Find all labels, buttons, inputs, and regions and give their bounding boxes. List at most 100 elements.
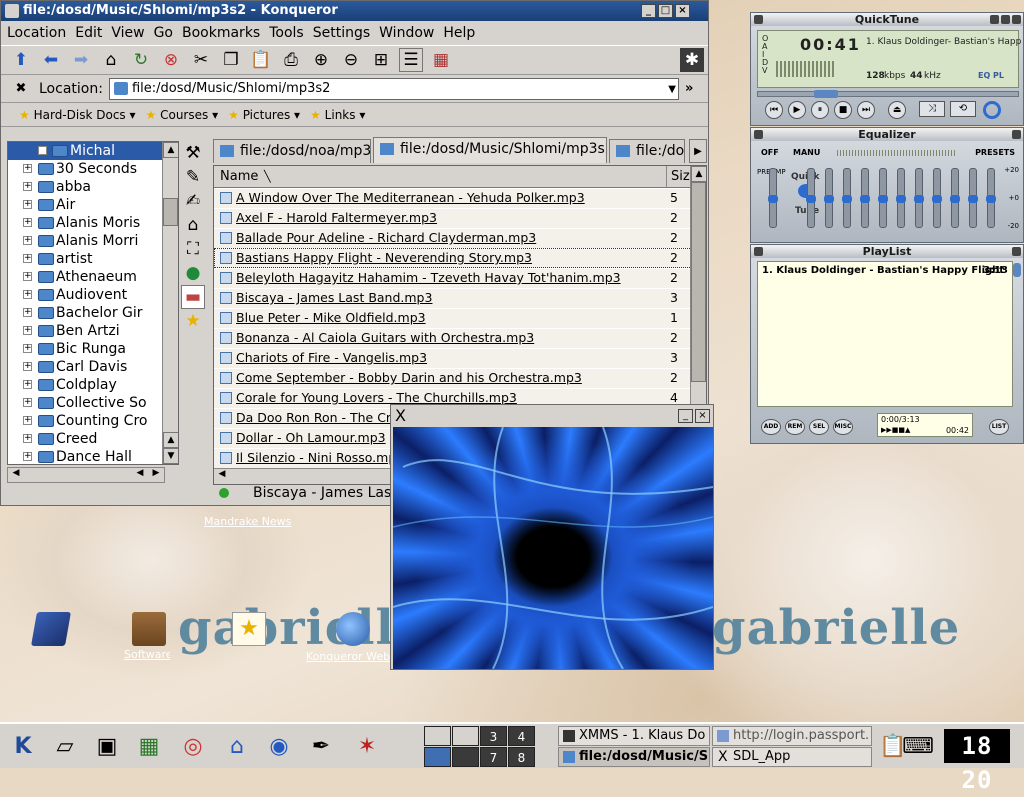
eq-slider-knob[interactable]: [932, 195, 942, 203]
bookmark-links[interactable]: ★ Links ▾: [310, 108, 365, 122]
bookmark-hard-disk-docs[interactable]: ★ Hard-Disk Docs ▾: [19, 108, 136, 122]
tree-root-michal[interactable]: − Michal: [8, 142, 178, 160]
scroll-up-arrow[interactable]: ▲: [691, 166, 706, 182]
eq-slider-knob[interactable]: [968, 195, 978, 203]
mozilla-icon[interactable]: ✶: [350, 729, 384, 763]
file-row[interactable]: A Window Over The Mediterranean - Yehuda…: [214, 188, 706, 208]
home-icon[interactable]: ⌂: [181, 213, 205, 237]
tree-item[interactable]: + Coldplay: [8, 376, 178, 394]
tree-item[interactable]: + Ben Artzi: [8, 322, 178, 340]
forward-arrow-icon[interactable]: ➡: [69, 48, 93, 72]
file-list-hscrollbar[interactable]: ◀: [214, 468, 394, 484]
expand-icon[interactable]: +: [23, 380, 32, 389]
stop-icon[interactable]: ■: [834, 101, 852, 119]
expand-icon[interactable]: +: [23, 326, 32, 335]
quicktune-logo-icon[interactable]: [983, 101, 1001, 119]
file-row[interactable]: Chariots of Fire - Vangelis.mp3 3: [214, 348, 706, 368]
menu-help[interactable]: Help: [443, 25, 475, 41]
shade-button[interactable]: [1001, 15, 1010, 24]
expand-icon[interactable]: +: [23, 254, 32, 263]
book-icon[interactable]: ▬: [181, 285, 205, 309]
desktop-label-software[interactable]: Software Manager: [124, 648, 170, 661]
repeat-icon[interactable]: ⟲: [950, 101, 976, 117]
file-row[interactable]: Biscaya - James Last Band.mp3 3: [214, 288, 706, 308]
task-konqueror[interactable]: file:/dosd/Music/Sh: [558, 747, 710, 767]
task-sdl-app[interactable]: X SDL_App: [712, 747, 872, 767]
tools-icon[interactable]: ⚒: [181, 141, 205, 165]
xmms-menu-icon[interactable]: [754, 130, 763, 139]
tree-item[interactable]: + Collective So: [8, 394, 178, 412]
file-row[interactable]: Beleyloth Hagayitz Hahamim - Tzeveth Hav…: [214, 268, 706, 288]
keyboard-layout-icon[interactable]: ⌨: [902, 729, 934, 763]
tree-item[interactable]: + Dance Hall: [8, 448, 178, 464]
tree-item[interactable]: +30 Seconds: [8, 160, 178, 178]
tab-shlomi-mp3s2[interactable]: file:/dosd/Music/Shlomi/mp3s2: [373, 137, 607, 163]
konqueror-gear-icon[interactable]: ✱: [680, 48, 704, 72]
xmms-menu-icon[interactable]: [754, 15, 763, 24]
eq-slider-knob[interactable]: [950, 195, 960, 203]
scroll-right-arrow[interactable]: ▶: [148, 468, 164, 478]
desktop-6-button[interactable]: [452, 747, 479, 767]
desktop-7-button[interactable]: 7: [480, 747, 507, 767]
eq-slider-knob[interactable]: [824, 195, 834, 203]
expand-icon[interactable]: +: [23, 164, 32, 173]
show-desktop-icon[interactable]: ▱: [48, 729, 82, 763]
menu-bookmarks[interactable]: Bookmarks: [182, 25, 260, 41]
eject-icon[interactable]: ⏏: [888, 101, 906, 119]
file-row[interactable]: Blue Peter - Mike Oldfield.mp3 1: [214, 308, 706, 328]
playlist-remove-button[interactable]: REM: [785, 419, 805, 435]
expand-icon[interactable]: +: [23, 218, 32, 227]
file-row[interactable]: Ballade Pour Adeline - Richard Clayderma…: [214, 228, 706, 248]
menu-view[interactable]: View: [111, 25, 144, 41]
menu-settings[interactable]: Settings: [313, 25, 370, 41]
eq-slider[interactable]: [968, 168, 978, 228]
expand-icon[interactable]: +: [23, 344, 32, 353]
playlist-add-button[interactable]: ADD: [761, 419, 781, 435]
konqueror-globe-icon[interactable]: [336, 612, 370, 646]
desktop-1-button[interactable]: [424, 726, 451, 746]
zoom-out-icon[interactable]: ⊖: [339, 48, 363, 72]
stop-icon[interactable]: ⊗: [159, 48, 183, 72]
tree-scrollbar[interactable]: ▲ ▲ ▼: [162, 142, 178, 464]
eq-presets-button[interactable]: PRESETS: [975, 146, 1015, 160]
books-icon[interactable]: [31, 612, 71, 646]
playlist-misc-button[interactable]: MISC: [833, 419, 853, 435]
expand-icon[interactable]: +: [23, 452, 32, 461]
close-button[interactable]: ×: [695, 409, 710, 423]
scroll-left-arrow[interactable]: ◀: [8, 468, 24, 478]
konqueror-globe-icon[interactable]: ◉: [262, 729, 296, 763]
scroll-up-arrow[interactable]: ▲: [163, 432, 178, 448]
eq-slider[interactable]: [824, 168, 834, 228]
eq-slider[interactable]: [932, 168, 942, 228]
eq-slider-knob[interactable]: [806, 195, 816, 203]
close-button[interactable]: [1012, 130, 1021, 139]
close-button[interactable]: ×: [675, 4, 690, 18]
bookmark-pictures[interactable]: ★ Pictures ▾: [228, 108, 300, 122]
chevron-down-icon[interactable]: ▼: [668, 80, 676, 99]
eq-slider-knob[interactable]: [914, 195, 924, 203]
scroll-up-arrow[interactable]: ▲: [163, 142, 178, 158]
eq-manual-toggle[interactable]: MANU: [793, 146, 820, 160]
desktop-label-konqueror[interactable]: Konqueror Web Browser: [306, 650, 390, 663]
close-button[interactable]: [1012, 15, 1021, 24]
eq-slider[interactable]: [950, 168, 960, 228]
tree-item[interactable]: + Carl Davis: [8, 358, 178, 376]
tree-item[interactable]: + artist: [8, 250, 178, 268]
eq-slider-knob[interactable]: [842, 195, 852, 203]
star-icon[interactable]: ★: [181, 309, 205, 333]
minimize-button[interactable]: _: [678, 409, 693, 423]
playlist-list-button[interactable]: LIST: [989, 419, 1009, 435]
eq-slider[interactable]: [986, 168, 996, 228]
previous-icon[interactable]: ⏮: [765, 101, 783, 119]
sdl-titlebar[interactable]: X _ ×: [391, 405, 713, 427]
clock[interactable]: 18 20: [944, 729, 1010, 794]
desktop-link-mandrake-news[interactable]: Mandrake News: [204, 515, 291, 528]
minimize-button[interactable]: _: [641, 4, 656, 18]
xmms-time[interactable]: 00:41: [800, 35, 861, 54]
expand-icon[interactable]: +: [23, 290, 32, 299]
tree-item[interactable]: + Air: [8, 196, 178, 214]
file-row[interactable]: Come September - Bobby Darin and his Orc…: [214, 368, 706, 388]
eq-slider[interactable]: [896, 168, 906, 228]
task-xmms[interactable]: XMMS - 1. Klaus Do: [558, 726, 710, 746]
eq-slider-knob[interactable]: [986, 195, 996, 203]
